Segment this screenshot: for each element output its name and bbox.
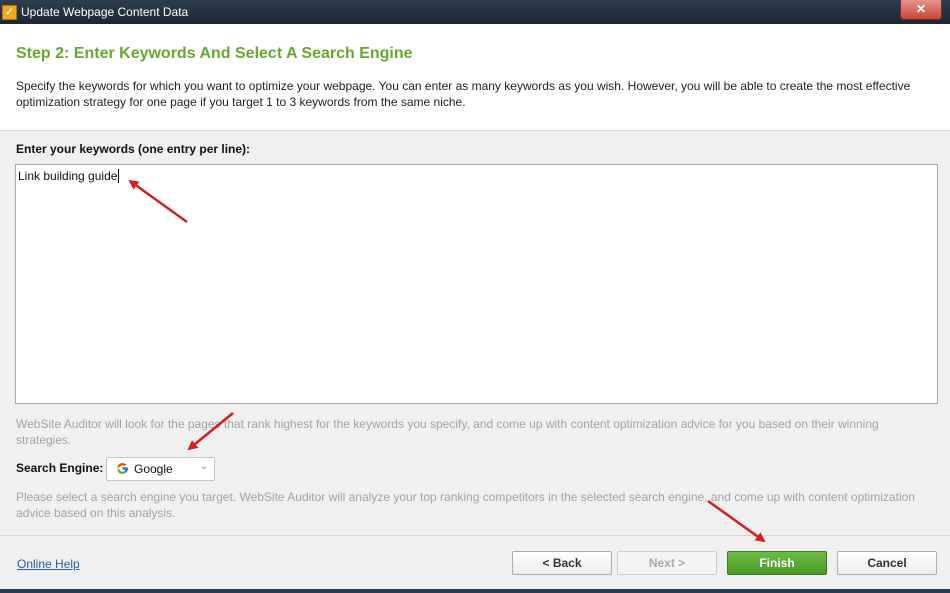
footer-divider bbox=[0, 535, 950, 536]
cancel-button[interactable]: Cancel bbox=[837, 551, 937, 575]
engine-hint-text: Please select a search engine you target… bbox=[16, 490, 915, 520]
finish-button[interactable]: Finish bbox=[727, 551, 827, 575]
search-engine-value: Google bbox=[134, 462, 173, 476]
window-title: Update Webpage Content Data bbox=[21, 5, 189, 19]
next-button[interactable]: Next > bbox=[617, 551, 717, 575]
search-engine-label: Search Engine: bbox=[16, 461, 104, 475]
rank-hint-text: WebSite Auditor will look for the pages … bbox=[16, 417, 879, 447]
google-g-icon bbox=[117, 463, 128, 474]
keywords-value: Link building guide bbox=[18, 169, 120, 183]
keywords-textarea[interactable]: Link building guide bbox=[15, 164, 938, 404]
window-titlebar: ✓ Update Webpage Content Data ✕ bbox=[0, 0, 950, 24]
back-button[interactable]: < Back bbox=[512, 551, 612, 575]
window-close-button[interactable]: ✕ bbox=[900, 0, 942, 20]
step-description: Specify the keywords for which you want … bbox=[16, 79, 911, 109]
step-header: Step 2: Enter Keywords And Select A Sear… bbox=[0, 24, 950, 131]
search-engine-select[interactable]: Google ⌄ bbox=[106, 457, 215, 481]
chevron-down-icon: ⌄ bbox=[199, 461, 208, 472]
online-help-link[interactable]: Online Help bbox=[17, 557, 80, 571]
app-checkmark-icon: ✓ bbox=[2, 5, 17, 20]
step-title: Step 2: Enter Keywords And Select A Sear… bbox=[16, 45, 413, 62]
keywords-label: Enter your keywords (one entry per line)… bbox=[16, 142, 251, 156]
taskbar-strip bbox=[0, 589, 950, 593]
